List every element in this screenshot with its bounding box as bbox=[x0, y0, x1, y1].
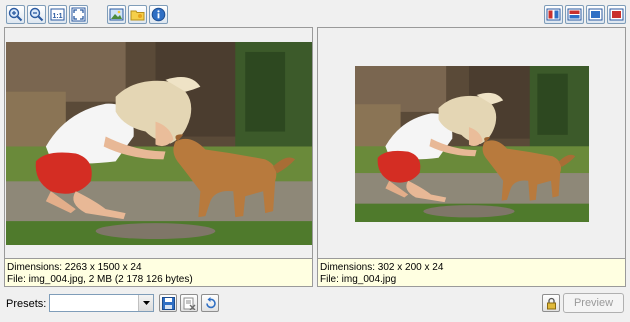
original-image-area[interactable] bbox=[5, 28, 312, 258]
original-info-panel: Dimensions: 2263 x 1500 x 24 File: img_0… bbox=[5, 258, 312, 286]
delete-preset-icon bbox=[183, 297, 195, 310]
main-toolbar: 1:1 bbox=[0, 0, 630, 28]
preview-file-text: File: img_004.jpg bbox=[320, 274, 397, 285]
info-button[interactable] bbox=[149, 5, 168, 24]
save-preset-icon bbox=[161, 296, 175, 310]
original-image-pane: Dimensions: 2263 x 1500 x 24 File: img_0… bbox=[4, 27, 313, 287]
split-horizontal-button[interactable] bbox=[565, 5, 584, 24]
zoom-out-button[interactable] bbox=[27, 5, 46, 24]
actual-size-button[interactable]: 1:1 bbox=[48, 5, 67, 24]
image-icon bbox=[109, 8, 124, 21]
presets-label: Presets: bbox=[6, 298, 47, 310]
preview-button[interactable]: Preview bbox=[563, 293, 624, 313]
split-vertical-icon bbox=[546, 8, 561, 21]
original-photo bbox=[6, 42, 312, 245]
fit-to-window-button[interactable] bbox=[69, 5, 88, 24]
delete-preset-button[interactable] bbox=[180, 294, 198, 312]
single-view-button[interactable] bbox=[586, 5, 605, 24]
original-view-button[interactable] bbox=[607, 5, 626, 24]
info-icon bbox=[151, 7, 166, 22]
bottom-bar: Presets: Preview bbox=[0, 290, 630, 322]
folder-button[interactable] bbox=[128, 5, 147, 24]
zoom-in-icon bbox=[8, 7, 23, 22]
split-vertical-button[interactable] bbox=[544, 5, 563, 24]
preview-image-pane: Dimensions: 302 x 200 x 24 File: img_004… bbox=[317, 27, 626, 287]
preview-dimensions-text: Dimensions: 302 x 200 x 24 bbox=[320, 262, 444, 273]
folder-icon bbox=[130, 10, 145, 21]
original-view-icon bbox=[609, 8, 624, 21]
image-button[interactable] bbox=[107, 5, 126, 24]
lock-aspect-button[interactable] bbox=[542, 294, 560, 312]
preview-info-panel: Dimensions: 302 x 200 x 24 File: img_004… bbox=[318, 258, 625, 286]
reset-button[interactable] bbox=[201, 294, 219, 312]
zoom-out-icon bbox=[29, 7, 44, 22]
svg-text:1:1: 1:1 bbox=[52, 13, 62, 20]
reset-icon bbox=[205, 296, 216, 308]
preview-image-area[interactable] bbox=[318, 28, 625, 258]
original-dimensions-text: Dimensions: 2263 x 1500 x 24 bbox=[7, 262, 142, 273]
preview-photo bbox=[355, 66, 589, 222]
chevron-down-icon[interactable] bbox=[138, 295, 153, 311]
presets-dropdown[interactable] bbox=[49, 294, 154, 312]
split-horizontal-icon bbox=[567, 8, 582, 21]
single-view-icon bbox=[588, 8, 603, 21]
original-file-text: File: img_004.jpg, 2 MB (2 178 126 bytes… bbox=[7, 274, 193, 285]
actual-size-icon: 1:1 bbox=[50, 8, 65, 21]
zoom-in-button[interactable] bbox=[6, 5, 25, 24]
lock-aspect-icon bbox=[546, 297, 556, 309]
save-preset-button[interactable] bbox=[159, 294, 177, 312]
fit-to-window-icon bbox=[71, 7, 86, 22]
